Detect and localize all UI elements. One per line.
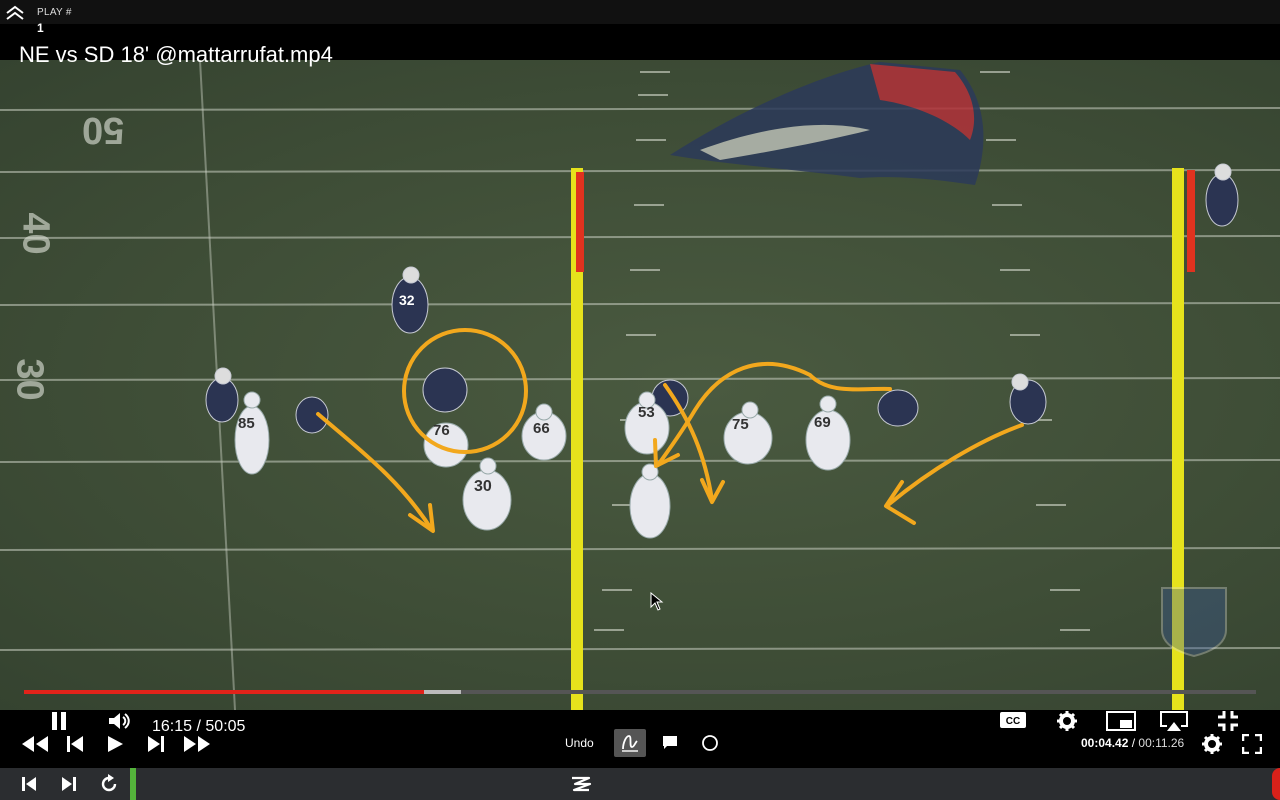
freehand-draw-icon <box>622 735 638 752</box>
captions-button[interactable]: CC <box>998 710 1028 730</box>
closed-captions-icon: CC <box>1000 712 1026 728</box>
replay-button[interactable] <box>97 773 121 795</box>
step-forward-icon <box>148 736 164 752</box>
previous-clip-button[interactable] <box>18 774 40 794</box>
gear-icon <box>1202 734 1222 754</box>
video-progress-bar[interactable] <box>24 690 1256 694</box>
timeline-start-marker[interactable] <box>130 768 136 800</box>
annotation-layer[interactable] <box>0 60 1280 710</box>
video-frame[interactable]: 50 40 30 32 85 76 66 30 53 75 69 <box>0 60 1280 710</box>
clip-total-time: 00:11.26 <box>1138 736 1185 750</box>
fullscreen-button[interactable] <box>1240 732 1264 756</box>
skip-previous-icon <box>22 777 36 791</box>
volume-button[interactable] <box>106 710 132 732</box>
fast-forward-button[interactable] <box>182 734 212 754</box>
step-back-icon <box>67 736 83 752</box>
play-number: 1 <box>37 21 44 35</box>
play-icon <box>108 736 123 752</box>
fast-forward-icon <box>184 736 210 752</box>
undo-button[interactable]: Undo <box>565 736 594 750</box>
brand-logo-icon <box>572 776 592 792</box>
miniplayer-button[interactable] <box>1105 710 1137 732</box>
step-forward-button[interactable] <box>145 734 167 754</box>
annotation-arrow <box>316 412 434 532</box>
exit-fullscreen-icon <box>1218 711 1238 731</box>
next-clip-button[interactable] <box>58 774 80 794</box>
play-number-label: PLAY # <box>37 7 72 18</box>
circle-tool[interactable] <box>699 732 721 754</box>
replay-icon <box>101 774 117 792</box>
annotation-arrow <box>656 361 892 467</box>
top-bar: PLAY # 1 <box>0 0 1280 35</box>
collapse-chevron-icon[interactable] <box>4 5 26 21</box>
duration: 50:05 <box>205 718 246 735</box>
volume-icon <box>109 713 130 729</box>
circle-icon <box>702 735 718 751</box>
freehand-draw-tool[interactable] <box>614 729 646 757</box>
clip-time: 00:04.42 / 00:11.26 <box>1081 736 1185 750</box>
annotation-arrow <box>886 423 1024 507</box>
comment-tool[interactable] <box>659 732 681 754</box>
comment-icon <box>663 736 677 749</box>
annotation-circle <box>402 328 528 454</box>
pause-button[interactable] <box>46 710 72 732</box>
settings-button[interactable] <box>1054 710 1080 732</box>
airplay-icon <box>1160 711 1188 731</box>
fast-rewind-icon <box>22 736 48 752</box>
gear-icon <box>1057 711 1077 731</box>
clip-current-time: 00:04.42 <box>1081 736 1129 750</box>
skip-next-icon <box>62 777 76 791</box>
play-button[interactable] <box>104 734 126 754</box>
step-back-button[interactable] <box>64 734 86 754</box>
player-controls: 16:15 / 50:05 Undo CC 00:04.42 / 00:11.2… <box>0 710 1280 768</box>
exit-fullscreen-button[interactable] <box>1215 710 1241 732</box>
airplay-button[interactable] <box>1158 710 1190 732</box>
svg-text:CC: CC <box>1006 716 1020 727</box>
miniplayer-icon <box>1106 711 1136 731</box>
mouse-cursor-icon <box>650 592 664 611</box>
clip-settings-button[interactable] <box>1200 732 1224 756</box>
pause-icon <box>52 712 66 730</box>
video-title: NE vs SD 18' @mattarrufat.mp4 <box>19 42 333 67</box>
playlist-bar <box>0 768 1280 800</box>
fullscreen-icon <box>1242 734 1262 754</box>
timeline-end-marker[interactable] <box>1272 768 1280 800</box>
fast-rewind-button[interactable] <box>20 734 50 754</box>
progress-played <box>24 690 424 694</box>
current-time: 16:15 <box>152 718 193 735</box>
app-logo <box>568 773 594 795</box>
